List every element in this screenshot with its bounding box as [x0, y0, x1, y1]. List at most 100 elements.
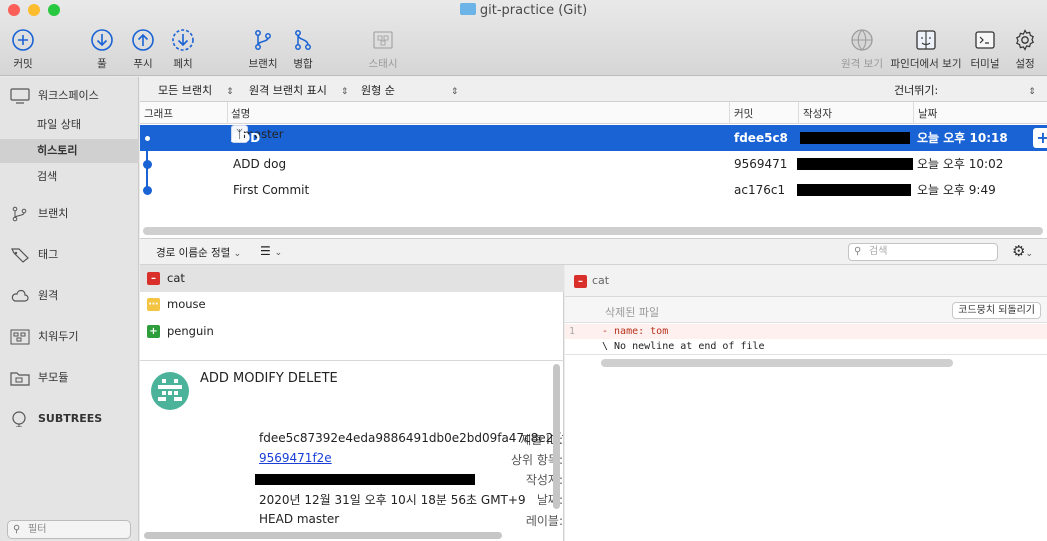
column-header-description[interactable]: 설명: [231, 106, 250, 121]
file-item[interactable]: ⋯ mouse: [140, 291, 564, 318]
parent-label: 상위 항목:: [510, 453, 563, 467]
gear-menu-button[interactable]: ⚙⌄: [1012, 242, 1033, 260]
commit-hash: ac176c1: [734, 183, 786, 197]
pull-button[interactable]: 풀: [89, 28, 115, 71]
diff-horizontal-scrollbar[interactable]: [601, 359, 953, 367]
file-item[interactable]: + penguin: [140, 318, 564, 345]
plus-circle-icon: [12, 29, 34, 51]
sort-dropdown[interactable]: 경로 이름순 정렬 ⌄: [156, 245, 241, 260]
chevron-down-icon: ⌄: [1025, 249, 1033, 259]
revert-hunk-button[interactable]: 코드뭉치 되돌리기: [952, 302, 1041, 319]
sidebar-filter-input[interactable]: ⚲ 필터: [7, 520, 131, 539]
remote-view-button[interactable]: 원격 보기: [838, 28, 886, 71]
redacted-author: [800, 132, 910, 144]
sidebar: 워크스페이스 파일 상태 히스토리 검색 브랜치 태그 원격 치워두기 부모듈 …: [0, 77, 139, 541]
updown-chevron-icon: ⇕: [1028, 87, 1036, 97]
hunk-header: 삭제된 파일 코드뭉치 되돌리기: [565, 297, 1047, 323]
window-title: git-practice (Git): [0, 3, 1047, 18]
parent-link[interactable]: 9569471f2e: [259, 451, 332, 465]
commit-graph-node: [143, 186, 152, 195]
column-header-commit[interactable]: 커밋: [734, 106, 753, 121]
branch-button[interactable]: 브랜치: [247, 28, 279, 71]
merge-icon: [295, 30, 311, 50]
folder-icon: [459, 3, 476, 15]
fetch-button[interactable]: 페치: [169, 28, 197, 71]
redacted-author: [797, 158, 913, 170]
gear-icon: ⚙: [1012, 242, 1026, 260]
sidebar-item-remotes[interactable]: 원격: [0, 284, 139, 308]
commit-date-full: 2020년 12월 31일 오후 10시 18분 56초 GMT+9: [259, 493, 526, 507]
sidebar-item-stashes[interactable]: 치워두기: [0, 325, 139, 349]
show-in-finder-button[interactable]: 파인더에서 보기: [890, 28, 962, 71]
branch-icon: [255, 30, 271, 50]
sidebar-item-history[interactable]: 히스토리: [0, 139, 139, 163]
branch-icon: [12, 206, 27, 222]
diff-line-deleted: 1 - name: tom: [565, 324, 1047, 339]
updown-chevron-icon: ⇕: [450, 87, 459, 97]
search-icon: ⚲: [13, 524, 21, 535]
updown-chevron-icon: ⇕: [340, 87, 349, 97]
file-search-input[interactable]: ⚲ 검색: [848, 243, 998, 261]
commit-hash: fdee5c8: [734, 131, 788, 145]
diff-line-meta: \ No newline at end of file: [602, 341, 765, 352]
details-horizontal-scrollbar[interactable]: [144, 532, 502, 539]
add-icon[interactable]: +: [1033, 128, 1047, 148]
merge-button[interactable]: 병합: [290, 28, 316, 71]
globe-icon: [851, 29, 873, 51]
terminal-button[interactable]: 터미널: [968, 28, 1002, 71]
chevron-down-icon: ⌄: [274, 248, 283, 258]
history-horizontal-scrollbar[interactable]: [143, 227, 1043, 235]
sidebar-item-subtrees[interactable]: SUBTREES: [0, 407, 139, 431]
arrow-up-circle-icon: [132, 29, 154, 51]
settings-button[interactable]: 설정: [1012, 28, 1038, 71]
hunk-label: 삭제된 파일: [605, 306, 660, 319]
tag-icon: [11, 248, 29, 263]
submodule-folder-icon: [10, 372, 30, 386]
cloud-icon: [11, 289, 29, 302]
branch-filter-dropdown[interactable]: 모든 브랜치 ⇕: [158, 82, 234, 98]
file-list-toolbar: 경로 이름순 정렬 ⌄ ☰ ⌄ ⚲ 검색 ⚙⌄: [140, 238, 1047, 265]
remote-branch-dropdown[interactable]: 원격 브랜치 표시 ⇕: [249, 82, 348, 98]
commit-sha: fdee5c87392e4eda9886491db0e2bd09fa47c8e2…: [259, 431, 564, 445]
diff-file-header: – cat: [565, 265, 1047, 297]
redacted-author: [797, 184, 911, 196]
column-header-author[interactable]: 작성자: [803, 106, 832, 121]
diff-view: 삭제된 파일 코드뭉치 되돌리기 1 - name: tom \ No newl…: [565, 297, 1047, 541]
push-button[interactable]: 푸시: [130, 28, 156, 71]
stash-button[interactable]: 스태시: [366, 28, 400, 71]
view-mode-dropdown[interactable]: ☰ ⌄: [260, 244, 282, 258]
list-icon: ☰: [260, 244, 271, 258]
changed-files-list: – cat ⋯ mouse + penguin: [140, 265, 564, 360]
sidebar-workspace-header: 워크스페이스: [0, 84, 139, 108]
sidebar-item-tags[interactable]: 태그: [0, 243, 139, 267]
history-row[interactable]: First Commit ac176c1 오늘 오후 9:49: [140, 177, 1047, 203]
added-file-icon: +: [147, 325, 160, 338]
history-filter-bar: 모든 브랜치 ⇕ 원격 브랜치 표시 ⇕ 원형 순 ⇕ 건너뛰기: ⇕: [140, 77, 1047, 102]
modified-file-icon: ⋯: [147, 298, 160, 311]
redacted-author: [255, 474, 475, 485]
history-table: 그래프 설명 커밋 작성자 날짜 ᛉ master ADD MODIFY DELE…: [140, 102, 1047, 238]
stash-icon: [373, 31, 393, 49]
history-row[interactable]: ADD dog 9569471 오늘 오후 10:02: [140, 151, 1047, 177]
order-dropdown[interactable]: 원형 순 ⇕: [361, 82, 458, 98]
jump-to-dropdown[interactable]: 건너뛰기: ⇕: [894, 82, 1036, 98]
updown-chevron-icon: ⇕: [226, 87, 234, 97]
details-vertical-scrollbar[interactable]: [553, 364, 560, 509]
commit-button[interactable]: 커밋: [10, 28, 36, 71]
sidebar-item-file-status[interactable]: 파일 상태: [0, 113, 139, 137]
history-table-header: 그래프 설명 커밋 작성자 날짜: [140, 102, 1047, 124]
sidebar-item-search[interactable]: 검색: [0, 165, 139, 189]
commit-date: 오늘 오후 9:49: [917, 183, 996, 197]
monitor-icon: [10, 88, 30, 104]
commit-graph-node: [143, 160, 152, 169]
history-row[interactable]: ᛉ master ADD MODIFY DELETE fdee5c8 오늘 오후 …: [140, 125, 1047, 197]
description-cell: ADD dog: [233, 157, 287, 171]
sidebar-item-branches[interactable]: 브랜치: [0, 202, 139, 226]
chevron-down-icon: ⌄: [233, 249, 242, 259]
sidebar-item-submodules[interactable]: 부모듈: [0, 366, 139, 390]
commit-hash: 9569471: [734, 157, 788, 171]
column-header-graph[interactable]: 그래프: [144, 106, 173, 121]
column-header-date[interactable]: 날짜: [918, 106, 937, 121]
fetch-icon: [172, 29, 194, 51]
file-item[interactable]: – cat: [140, 265, 564, 292]
